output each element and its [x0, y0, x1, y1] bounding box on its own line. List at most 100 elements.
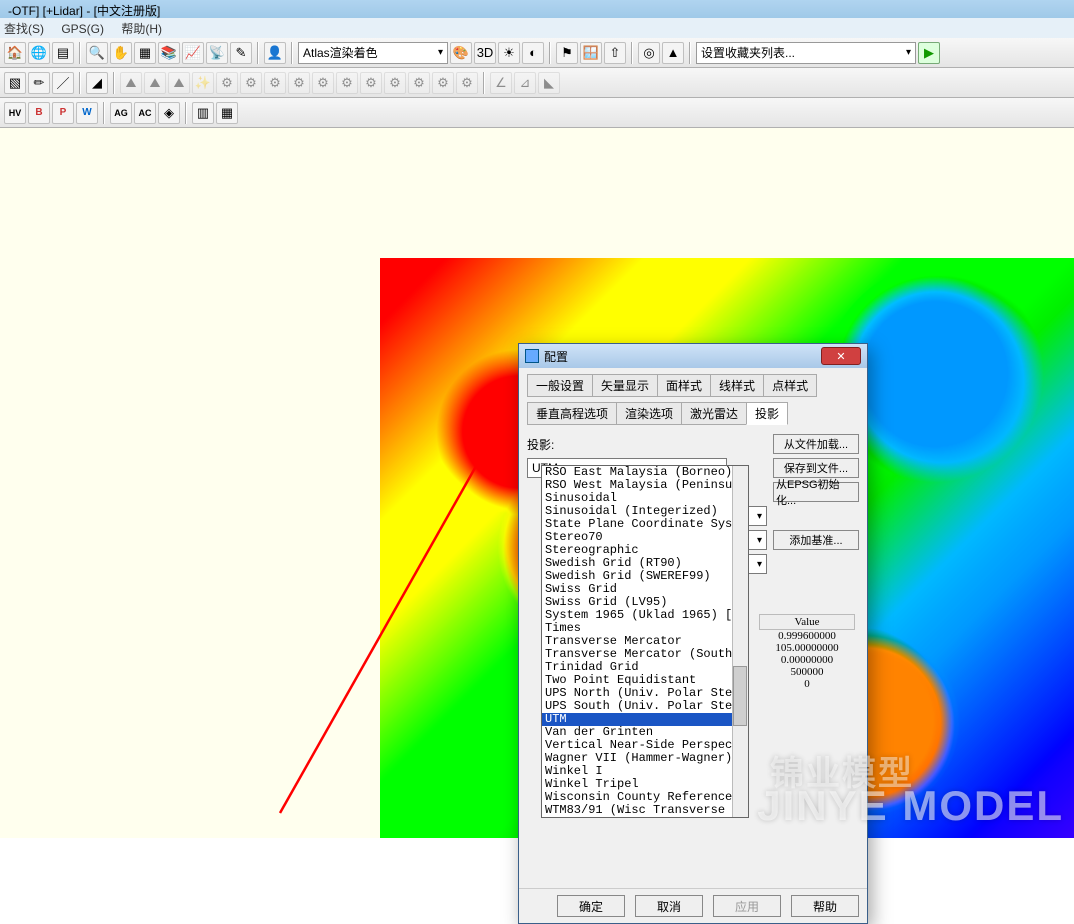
arrow-up-icon[interactable]: ▲	[662, 42, 684, 64]
angle1-icon[interactable]: ∠	[490, 72, 512, 94]
process10-icon[interactable]: ⚙	[432, 72, 454, 94]
eraser-icon[interactable]: ◢	[86, 72, 108, 94]
toolbar-row-2: ▧ ✏ ／ ◢ ⛰ ⛰ ⛰ ✨ ⚙ ⚙ ⚙ ⚙ ⚙ ⚙ ⚙ ⚙ ⚙ ⚙ ⚙ ∠ …	[0, 68, 1074, 98]
ok-button[interactable]: 确定	[557, 895, 625, 917]
process8-icon[interactable]: ⚙	[384, 72, 406, 94]
save-to-file-button[interactable]: 保存到文件...	[773, 458, 859, 478]
toggle-icon[interactable]: ◐	[522, 42, 544, 64]
projection-label: 投影:	[527, 436, 554, 453]
antenna-icon[interactable]: 📡	[206, 42, 228, 64]
grid-icon[interactable]: ▦	[134, 42, 156, 64]
tab-row-2: 垂直高程选项 渲染选项 激光雷达 投影	[527, 402, 859, 424]
process1-icon[interactable]: ⚙	[216, 72, 238, 94]
dialog-title-bar[interactable]: 配置 ✕	[519, 344, 867, 368]
terrain3-icon[interactable]: ⛰	[168, 72, 190, 94]
menu-find[interactable]: 查找(S)	[4, 22, 44, 36]
tab-general[interactable]: 一般设置	[527, 374, 593, 397]
scrollbar[interactable]	[732, 466, 748, 817]
person-icon[interactable]: 👤	[264, 42, 286, 64]
toolbar-row-1: 🏠 🌐 ▤ 🔍 ✋ ▦ 📚 📈 📡 ✎ 👤 Atlas渲染着色 🎨 3D ☀ ◐…	[0, 38, 1074, 68]
value-row: 0	[759, 678, 855, 690]
separator	[185, 102, 187, 124]
layers-icon[interactable]: 📚	[158, 42, 180, 64]
draw-icon[interactable]: ✎	[230, 42, 252, 64]
menu-gps[interactable]: GPS(G)	[61, 22, 104, 36]
separator	[631, 42, 633, 64]
projection-option[interactable]: UPS South (Univ. Polar Stereogra	[542, 700, 748, 713]
palette1-icon[interactable]: ▥	[192, 102, 214, 124]
panel-icon[interactable]: ▤	[52, 42, 74, 64]
tab-lidar[interactable]: 激光雷达	[681, 402, 747, 425]
flag-icon[interactable]: ⚑	[556, 42, 578, 64]
cancel-button[interactable]: 取消	[635, 895, 703, 917]
render-mode-dropdown[interactable]: Atlas渲染着色	[298, 42, 448, 64]
tab-vector[interactable]: 矢量显示	[592, 374, 658, 397]
ag-icon[interactable]: AG	[110, 102, 132, 124]
zoom-icon[interactable]: 🔍	[86, 42, 108, 64]
sun-icon[interactable]: ☀	[498, 42, 520, 64]
angle2-icon[interactable]: ⊿	[514, 72, 536, 94]
palette2-icon[interactable]: ▦	[216, 102, 238, 124]
tab-render[interactable]: 渲染选项	[616, 402, 682, 425]
play-icon[interactable]: ▶	[918, 42, 940, 64]
three-d-icon[interactable]: 3D	[474, 42, 496, 64]
separator	[103, 102, 105, 124]
dialog-button-bar: 确定 取消 应用 帮助	[519, 888, 867, 923]
process5-icon[interactable]: ⚙	[312, 72, 334, 94]
terrain1-icon[interactable]: ⛰	[120, 72, 142, 94]
help-button[interactable]: 帮助	[791, 895, 859, 917]
tab-elev[interactable]: 垂直高程选项	[527, 402, 617, 425]
home-icon[interactable]: 🏠	[4, 42, 26, 64]
p-icon[interactable]: P	[52, 102, 74, 124]
w-icon[interactable]: W	[76, 102, 98, 124]
render-mode-value: Atlas渲染着色	[303, 44, 378, 61]
value-row: 500000	[759, 666, 855, 678]
load-from-file-button[interactable]: 从文件加载...	[773, 434, 859, 454]
process11-icon[interactable]: ⚙	[456, 72, 478, 94]
wand-icon[interactable]: ✨	[192, 72, 214, 94]
scrollbar-thumb[interactable]	[733, 666, 747, 726]
add-datum-button[interactable]: 添加基准...	[773, 530, 859, 550]
favorites-dropdown[interactable]: 设置收藏夹列表...	[696, 42, 916, 64]
kite-icon[interactable]: ◈	[158, 102, 180, 124]
dialog-title: 配置	[544, 348, 821, 365]
process4-icon[interactable]: ⚙	[288, 72, 310, 94]
chart-icon[interactable]: 📈	[182, 42, 204, 64]
menu-bar: 查找(S) GPS(G) 帮助(H)	[0, 18, 1074, 38]
separator	[291, 42, 293, 64]
projection-dropdown-list[interactable]: RSO East Malaysia (Borneo)RSO West Malay…	[541, 465, 749, 818]
process7-icon[interactable]: ⚙	[360, 72, 382, 94]
value-panel: Value 0.999600000 105.00000000 0.0000000…	[759, 614, 855, 690]
separator	[549, 42, 551, 64]
process2-icon[interactable]: ⚙	[240, 72, 262, 94]
window-icon[interactable]: 🪟	[580, 42, 602, 64]
globe-icon[interactable]: 🌐	[28, 42, 50, 64]
epsg-init-button[interactable]: 从EPSG初始化...	[773, 482, 859, 502]
projection-option[interactable]: WTM83/91 (Wisc Transverse Mercat	[542, 804, 748, 817]
terrain2-icon[interactable]: ⛰	[144, 72, 166, 94]
ac-icon[interactable]: AC	[134, 102, 156, 124]
map-canvas[interactable]: 配置 ✕ 一般设置 矢量显示 面样式 线样式 点样式 垂直高程选项 渲染选项 激…	[0, 128, 1074, 838]
hand-icon[interactable]: ✋	[110, 42, 132, 64]
north-icon[interactable]: ⇧	[604, 42, 626, 64]
tab-line[interactable]: 线样式	[710, 374, 764, 397]
target-icon[interactable]: ◎	[638, 42, 660, 64]
tab-point[interactable]: 点样式	[763, 374, 817, 397]
dialog-icon	[525, 349, 539, 363]
tab-projection[interactable]: 投影	[746, 402, 788, 425]
line-icon[interactable]: ／	[52, 72, 74, 94]
process9-icon[interactable]: ⚙	[408, 72, 430, 94]
close-icon[interactable]: ✕	[821, 347, 861, 365]
tab-area[interactable]: 面样式	[657, 374, 711, 397]
process6-icon[interactable]: ⚙	[336, 72, 358, 94]
b-icon[interactable]: B	[28, 102, 50, 124]
apply-button[interactable]: 应用	[713, 895, 781, 917]
value-row: 0.999600000	[759, 630, 855, 642]
select-icon[interactable]: ▧	[4, 72, 26, 94]
process3-icon[interactable]: ⚙	[264, 72, 286, 94]
pencil-icon[interactable]: ✏	[28, 72, 50, 94]
menu-help[interactable]: 帮助(H)	[121, 22, 162, 36]
hv-icon[interactable]: HV	[4, 102, 26, 124]
color-icon[interactable]: 🎨	[450, 42, 472, 64]
angle3-icon[interactable]: ◣	[538, 72, 560, 94]
